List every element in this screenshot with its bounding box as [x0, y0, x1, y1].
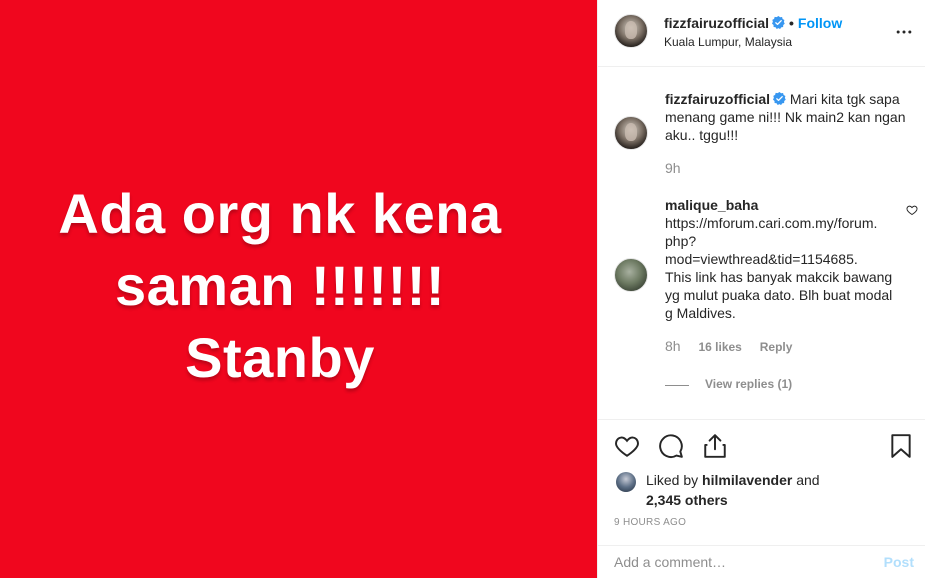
location-link[interactable]: Kuala Lumpur, Malaysia [664, 35, 792, 49]
more-horizontal-icon[interactable] [894, 22, 914, 42]
header-user-line: fizzfairuzofficial • Follow [664, 15, 842, 31]
caption-username[interactable]: fizzfairuzofficial [665, 91, 770, 107]
reply-button[interactable]: Reply [760, 340, 793, 354]
caption: fizzfairuzofficial Mari kita tgk sapa me… [665, 90, 913, 144]
comment-link-line[interactable]: https://mforum.cari.com.my/forum. php? mod… [665, 215, 877, 267]
liker-avatar[interactable] [616, 472, 636, 492]
commenter-avatar[interactable] [614, 258, 648, 292]
likes-text: Liked by hilmilavender and 2,345 others [646, 470, 896, 510]
liker-username[interactable]: hilmilavender [702, 472, 792, 488]
owner-username[interactable]: fizzfairuzofficial [664, 15, 769, 31]
bookmark-icon[interactable] [888, 433, 914, 459]
likes-and: and [796, 472, 820, 488]
post-image-line-1: Ada org nk kena [58, 182, 502, 245]
comment: malique_baha https://mforum.cari.com.my/… [665, 196, 901, 322]
likes-prefix: Liked by [646, 472, 699, 488]
comment-time[interactable]: 8h [665, 338, 681, 354]
post-image-line-2: saman !!!!!!! [114, 254, 446, 317]
verified-badge-icon [773, 92, 786, 105]
comment-icon[interactable] [658, 433, 684, 459]
post-sidebar: fizzfairuzofficial • Follow Kuala Lumpur, … [597, 0, 925, 578]
caption-avatar[interactable] [614, 116, 648, 150]
likes-count[interactable]: 2,345 others [646, 492, 728, 508]
comment-input[interactable] [614, 554, 854, 570]
comment-body-line: This link has banyak makcik bawang yg mu… [665, 269, 893, 321]
comment-username[interactable]: malique_baha [665, 197, 758, 213]
header-separator: • [789, 15, 794, 31]
heart-icon[interactable] [614, 433, 640, 459]
replies-divider [665, 385, 689, 386]
comment-meta: 8h 16 likes Reply [665, 338, 792, 354]
likes-summary: Liked by hilmilavender and 2,345 others [598, 468, 925, 512]
comment-likes[interactable]: 16 likes [698, 340, 741, 354]
post-image[interactable]: Ada org nk kena saman !!!!!!! Stanby [0, 0, 597, 578]
post-image-text: Ada org nk kena saman !!!!!!! Stanby [0, 178, 560, 394]
comments-section: fizzfairuzofficial Mari kita tgk sapa me… [598, 68, 925, 420]
add-comment-bar: Post [598, 545, 925, 578]
verified-badge-icon [772, 16, 785, 29]
caption-time[interactable]: 9h [665, 160, 681, 176]
post-timestamp[interactable]: 9 HOURS AGO [614, 517, 686, 528]
post-header: fizzfairuzofficial • Follow Kuala Lumpur, … [598, 0, 925, 67]
post-button[interactable]: Post [884, 554, 914, 570]
view-replies-button[interactable]: View replies (1) [705, 377, 792, 391]
action-bar [598, 420, 925, 472]
post-image-line-3: Stanby [185, 326, 375, 389]
comment-like-heart-icon[interactable] [906, 204, 918, 216]
follow-button[interactable]: Follow [798, 15, 842, 31]
owner-avatar[interactable] [614, 14, 648, 48]
share-icon[interactable] [702, 433, 728, 459]
